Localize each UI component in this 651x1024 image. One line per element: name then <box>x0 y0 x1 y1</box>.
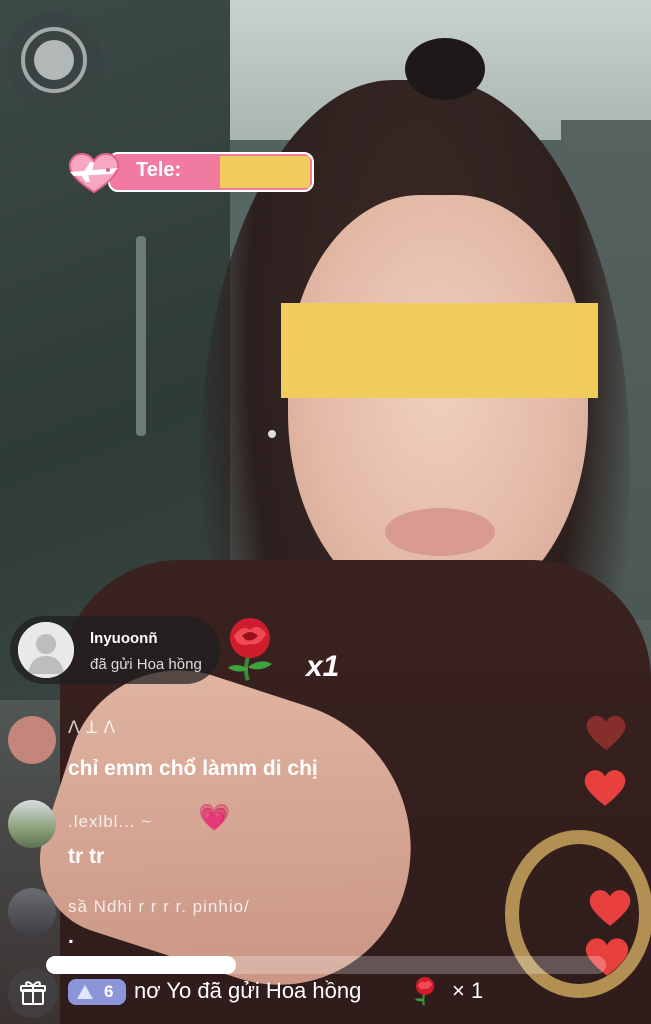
door-handle <box>136 236 146 436</box>
heart-icon <box>589 890 631 926</box>
level-badge: 6 <box>68 979 126 1005</box>
comment-text: . <box>68 925 74 948</box>
record-ring-icon <box>21 27 87 93</box>
gift-sender-name: lnyuoonñ <box>90 630 158 647</box>
avatar[interactable] <box>18 622 74 678</box>
eye-censor-bar <box>281 303 598 398</box>
comment-text: chỉ emm chổ làmm di chị <box>68 757 318 780</box>
earring <box>268 430 276 438</box>
comment-text: tr tr <box>68 845 105 868</box>
comment-username: .lexlbl... ~ <box>68 812 153 831</box>
tele-censor-bar <box>220 156 310 188</box>
gift-icon <box>20 981 46 1005</box>
default-avatar-icon <box>18 622 74 678</box>
heart-icon <box>584 770 626 806</box>
level-triangle-icon <box>77 985 93 999</box>
stream-progress-bar <box>46 956 606 974</box>
gift-announcement: nơ Yo đã gửi Hoa hồng <box>134 978 362 1003</box>
heart-emoji: 💗 <box>198 802 231 832</box>
rose-icon <box>228 618 272 681</box>
comment-username: ꓥ ꓕ ꓥ <box>68 718 117 737</box>
streamer-mouth <box>385 508 495 556</box>
record-button[interactable] <box>6 12 102 108</box>
heart-icon <box>586 715 626 750</box>
rose-icon <box>415 976 435 1006</box>
gift-action-text: đã gửi Hoa hồng <box>90 656 202 673</box>
comment-username: sầ Ndhi r r r r. pinhio/ <box>68 897 250 916</box>
gift-notification: lnyuoonñ đã gửi Hoa hồng <box>10 616 220 684</box>
comment-avatar[interactable] <box>8 716 56 764</box>
gift-button[interactable] <box>8 968 58 1018</box>
stream-progress-fill <box>46 956 237 974</box>
tele-badge: Tele: <box>64 148 316 196</box>
streamer-hair-bun <box>405 38 485 100</box>
comment-avatar[interactable] <box>8 888 56 936</box>
live-stream-view: Tele: lnyuoonñ đã gửi Hoa hồng x1 ꓥ ꓕ ꓥ … <box>0 0 651 1024</box>
gift-announcement-count: × 1 <box>452 978 484 1003</box>
level-number: 6 <box>104 982 114 1001</box>
gift-count: x1 <box>306 650 340 683</box>
tele-label: Tele: <box>136 159 182 181</box>
comment-avatar[interactable] <box>8 800 56 848</box>
airplane-heart-icon <box>68 153 120 194</box>
